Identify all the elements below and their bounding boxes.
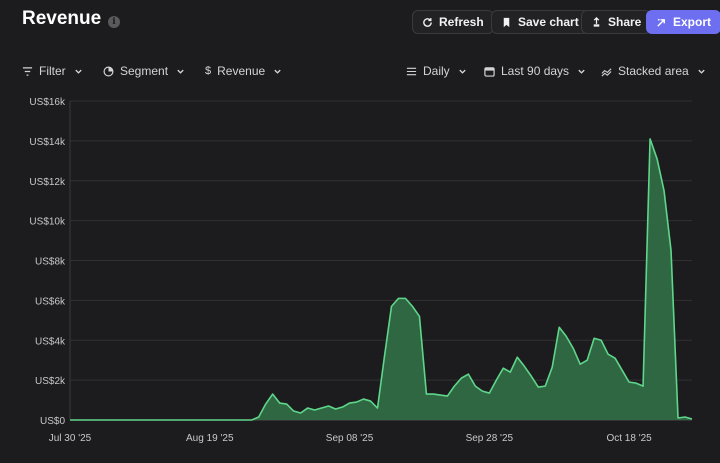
segment-label: Segment — [120, 64, 169, 78]
interval-label: Daily — [423, 64, 450, 78]
share-label: Share — [608, 15, 642, 29]
y-tick-label: US$16k — [29, 97, 66, 108]
chevron-down-icon — [274, 69, 281, 74]
export-icon — [657, 18, 665, 27]
chart-type-dropdown[interactable]: Stacked area — [601, 62, 706, 80]
info-icon[interactable]: i — [108, 16, 120, 28]
y-tick-label: US$14k — [29, 137, 66, 148]
save-chart-button[interactable]: Save chart — [491, 10, 589, 34]
y-tick-label: US$8k — [35, 257, 66, 268]
metric-label: Revenue — [217, 64, 266, 78]
x-tick-label: Aug 19 '25 — [186, 433, 234, 444]
chart-svg: US$0 US$2k US$4k US$6k US$8k US$10k US$12k US$1… — [29, 97, 693, 444]
y-tick-label: US$6k — [35, 296, 66, 307]
header: Revenue i Refresh Save chart Share Expor… — [0, 0, 720, 44]
chevron-down-icon — [578, 69, 585, 74]
calendar-icon — [484, 66, 495, 77]
y-tick-label: US$12k — [29, 177, 66, 188]
y-tick-label: US$0 — [40, 416, 65, 427]
bookmark-icon — [503, 17, 510, 27]
x-tick-label: Oct 18 '25 — [606, 433, 652, 444]
refresh-label: Refresh — [439, 15, 484, 29]
list-icon — [406, 67, 417, 75]
dollar-icon: $ — [205, 65, 212, 77]
share-button[interactable]: Share — [581, 10, 652, 34]
export-button[interactable]: Export — [646, 10, 720, 34]
segment-dropdown[interactable]: Segment — [103, 62, 185, 80]
share-icon — [593, 16, 600, 27]
interval-dropdown[interactable]: Daily — [406, 62, 467, 80]
filter-icon — [22, 66, 33, 76]
pie-chart-icon — [103, 66, 114, 76]
filter-label: Filter — [39, 64, 66, 78]
date-range-dropdown[interactable]: Last 90 days — [484, 62, 586, 80]
y-tick-label: US$4k — [35, 336, 66, 347]
export-label: Export — [673, 15, 712, 29]
chevron-down-icon — [74, 69, 82, 74]
x-tick-label: Jul 30 '25 — [49, 433, 92, 444]
refresh-icon — [423, 17, 432, 27]
chart-type-label: Stacked area — [618, 64, 689, 78]
y-tick-label: US$2k — [35, 376, 66, 387]
x-tick-label: Sep 08 '25 — [326, 433, 374, 444]
chevron-down-icon — [177, 69, 184, 74]
y-tick-label: US$10k — [29, 217, 66, 228]
refresh-button[interactable]: Refresh — [412, 10, 494, 34]
page-title: Revenue — [22, 8, 102, 29]
revenue-chart[interactable]: US$0 US$2k US$4k US$6k US$8k US$10k US$12k US$1… — [0, 88, 720, 463]
chevron-down-icon — [698, 69, 705, 74]
filter-dropdown[interactable]: Filter — [22, 62, 83, 80]
save-chart-label: Save chart — [518, 15, 579, 29]
chevron-down-icon — [458, 69, 466, 74]
area-chart-icon — [601, 67, 612, 76]
metric-dropdown[interactable]: $ Revenue — [205, 62, 282, 80]
x-tick-label: Sep 28 '25 — [466, 433, 514, 444]
date-range-label: Last 90 days — [501, 64, 570, 78]
